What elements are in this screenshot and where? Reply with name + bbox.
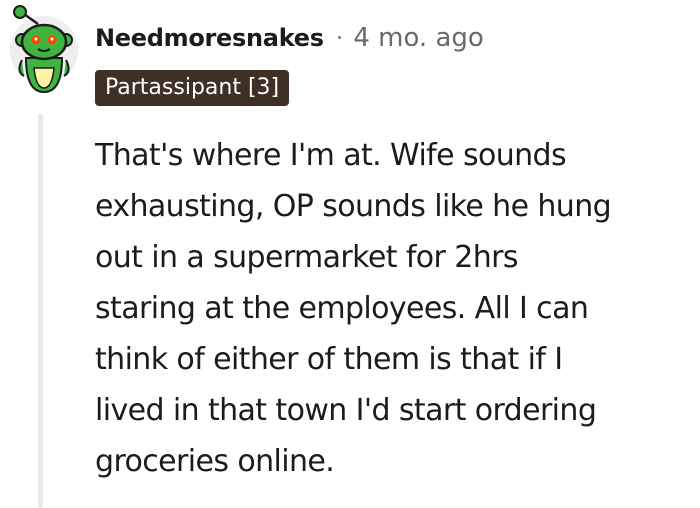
timestamp[interactable]: 4 mo. ago [353,23,483,53]
snoo-avatar-icon[interactable] [8,2,80,94]
comment-body-line: That's where I'm at. Wife sounds [95,138,567,173]
comment-meta: Needmoresnakes · 4 mo. ago [95,18,484,58]
meta-separator: · [335,24,344,52]
username-link[interactable]: Needmoresnakes [95,24,324,52]
comment-body: That's where I'm at. Wife sounds exhaust… [95,130,695,487]
comment-body-line: think of either of them is that if I [95,342,563,377]
comment: Needmoresnakes · 4 mo. ago Partassipant … [0,0,700,508]
comment-body-line: exhausting, OP sounds like he hung [95,189,612,224]
user-flair-badge: Partassipant [3] [95,70,290,106]
comment-body-line: out in a supermarket for 2hrs [95,240,518,275]
comment-body-line: lived in that town I'd start ordering [95,393,597,428]
thread-line[interactable] [38,114,43,508]
comment-body-line: groceries online. [95,444,335,479]
comment-body-line: staring at the employees. All I can [95,291,589,326]
